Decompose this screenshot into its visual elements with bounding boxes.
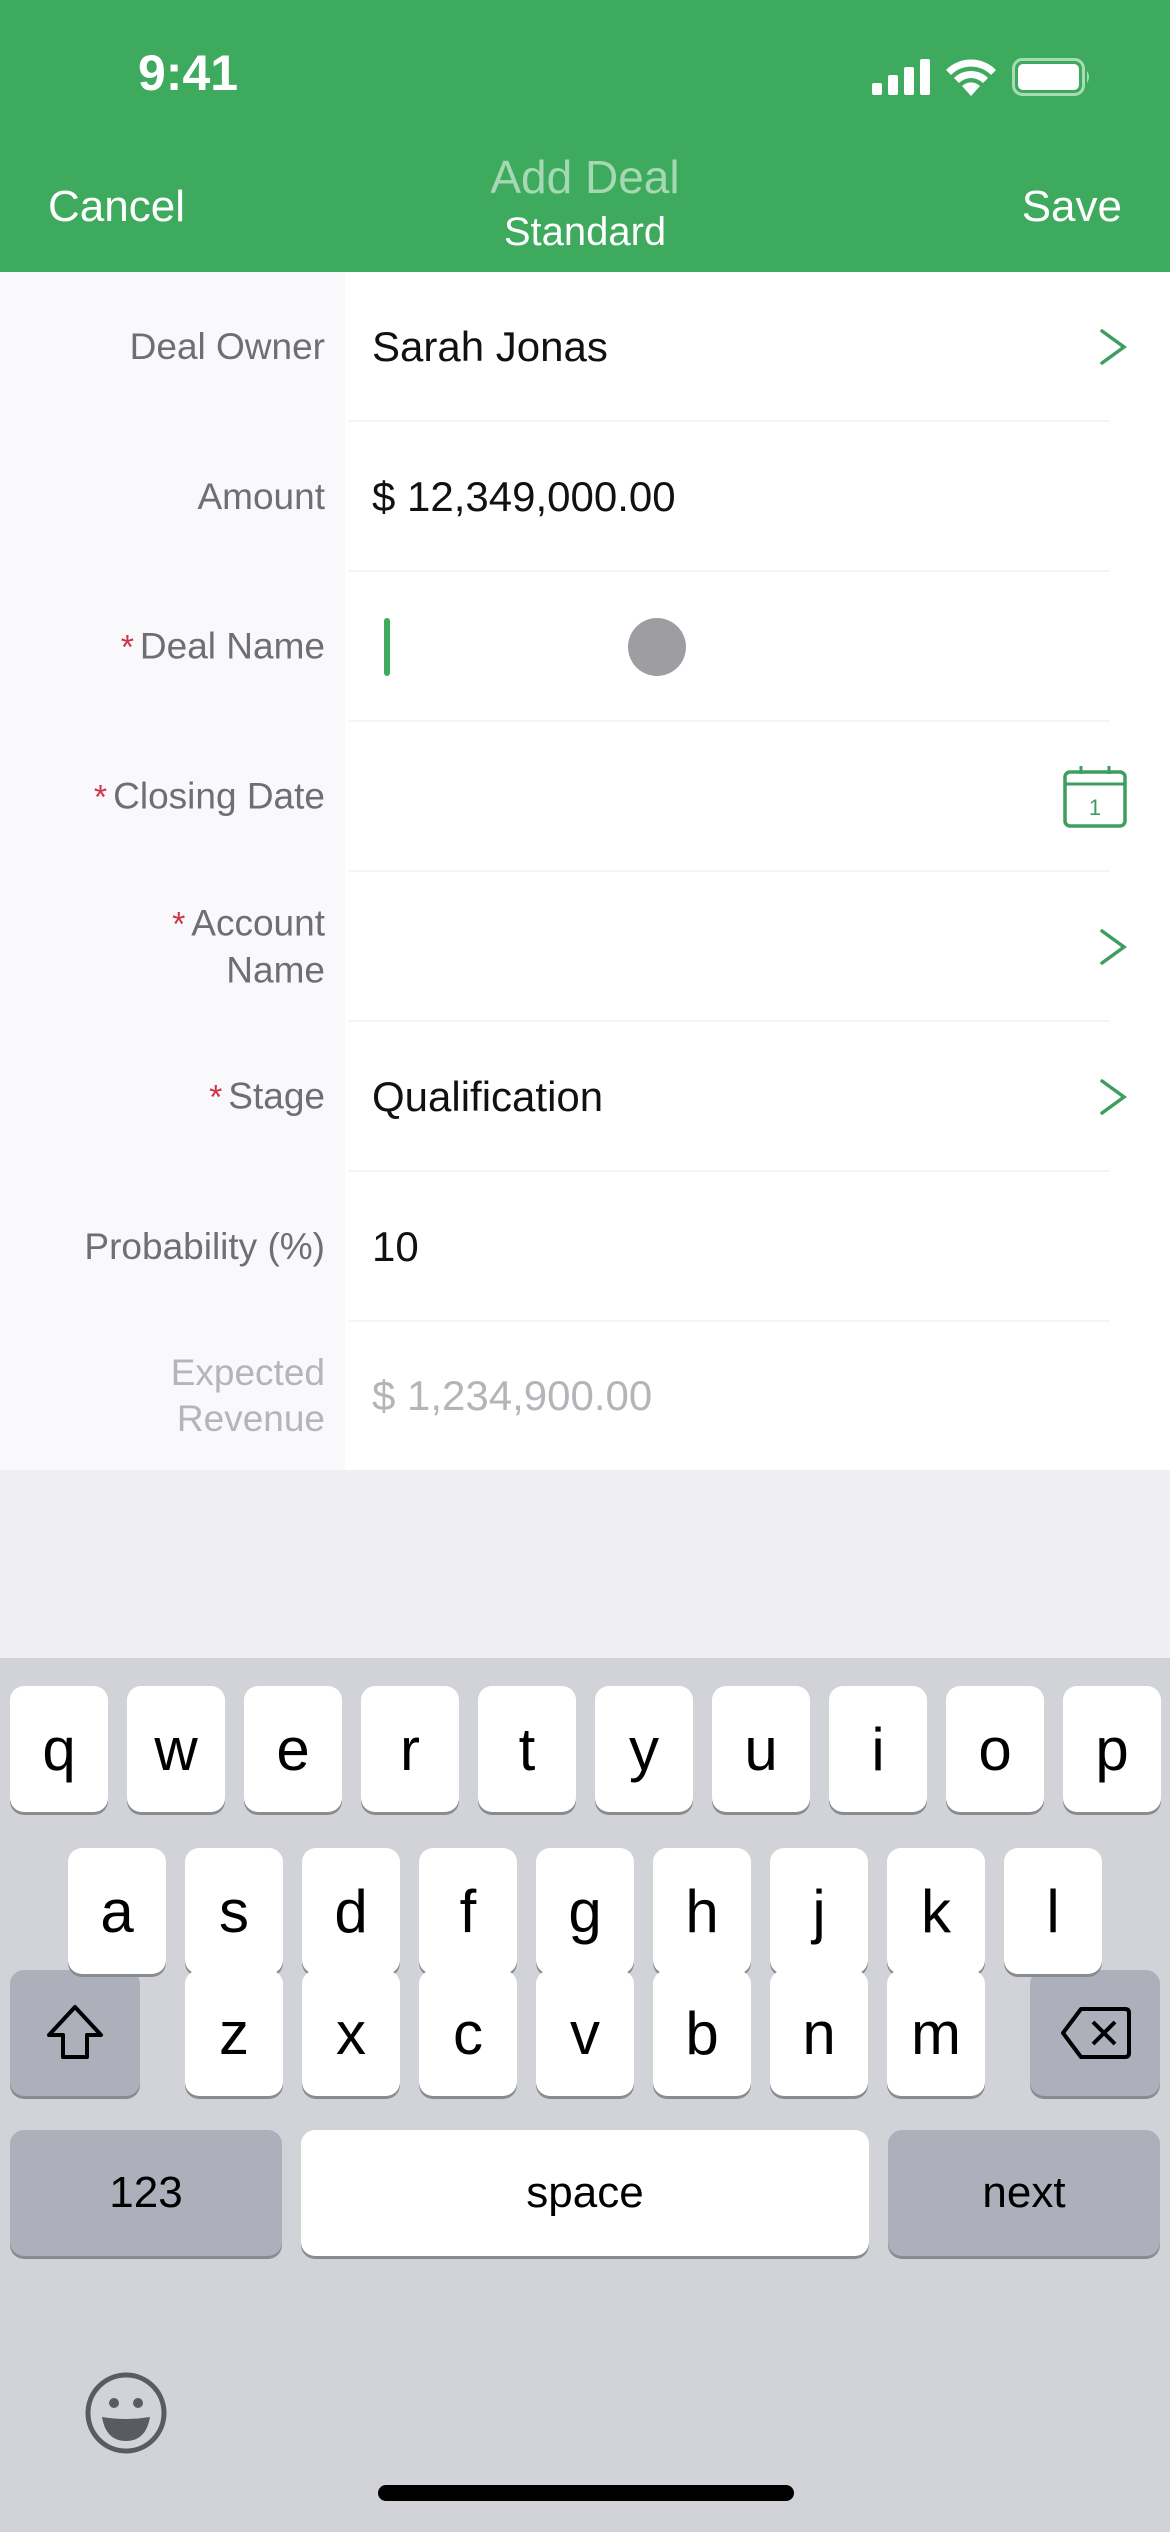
field-closing-date[interactable]: * Closing Date 1 [0,722,1170,872]
deal-owner-value[interactable]: Sarah Jonas [372,323,608,371]
wifi-icon [946,59,996,96]
key-j[interactable]: j [770,1848,868,1974]
chevron-right-icon[interactable] [1096,1077,1130,1117]
key-c[interactable]: c [419,1970,517,2096]
key-d[interactable]: d [302,1848,400,1974]
deal-form: Deal Owner Sarah Jonas Amount $ 12,349,0… [0,272,1170,1470]
delete-key[interactable] [1030,1970,1160,2096]
required-marker: * [120,628,134,667]
key-f[interactable]: f [419,1848,517,1974]
field-label: * Account Name [172,902,325,991]
key-o[interactable]: o [946,1686,1044,1812]
page-title: Add Deal [490,151,680,203]
home-indicator [378,2485,794,2501]
key-g[interactable]: g [536,1848,634,1974]
key-s[interactable]: s [185,1848,283,1974]
key-u[interactable]: u [712,1686,810,1812]
key-i[interactable]: i [829,1686,927,1812]
space-key[interactable]: space [301,2130,869,2256]
key-e[interactable]: e [244,1686,342,1812]
field-label: * Closing Date [93,775,325,817]
required-marker: * [209,1078,223,1117]
emoji-icon[interactable] [84,2371,168,2455]
save-button[interactable]: Save [1022,182,1122,232]
key-h[interactable]: h [653,1848,751,1974]
required-marker: * [93,778,108,817]
field-amount[interactable]: Amount $ 12,349,000.00 [0,422,1170,572]
field-label: Expected Revenue [170,1352,325,1439]
numbers-key[interactable]: 123 [10,2130,282,2256]
cellular-signal-icon [872,59,930,95]
status-time: 9:41 [138,45,239,101]
text-cursor [384,618,390,676]
probability-input[interactable]: 10 [372,1223,419,1271]
key-r[interactable]: r [361,1686,459,1812]
field-label: Deal Owner [129,326,325,367]
field-label: * Stage [209,1075,325,1117]
field-label: * Deal Name [120,625,325,667]
key-l[interactable]: l [1004,1848,1102,1974]
key-x[interactable]: x [302,1970,400,2096]
field-expected-revenue: Expected Revenue $ 1,234,900.00 [0,1322,1170,1470]
status-icons [872,58,1092,96]
amount-input[interactable]: $ 12,349,000.00 [372,473,676,521]
keyboard: 123 space next qwertyuiop asdfghjkl zxcvbn… [0,1658,1170,2532]
layout-subtitle: Standard [503,210,667,254]
key-w[interactable]: w [127,1686,225,1812]
shift-icon [47,2005,103,2059]
key-a[interactable]: a [68,1848,166,1974]
required-marker: * [172,905,186,944]
key-v[interactable]: v [536,1970,634,2096]
field-stage[interactable]: * Stage Qualification [0,1022,1170,1172]
field-label: Amount [197,476,325,517]
shift-key[interactable] [10,1970,140,2096]
key-m[interactable]: m [887,1970,985,2096]
field-account-name[interactable]: * Account Name [0,872,1170,1022]
backspace-icon [1061,2007,1131,2059]
key-z[interactable]: z [185,1970,283,2096]
key-n[interactable]: n [770,1970,868,2096]
key-k[interactable]: k [887,1848,985,1974]
chevron-right-icon[interactable] [1096,927,1130,967]
field-probability[interactable]: Probability (%) 10 [0,1172,1170,1322]
field-deal-name[interactable]: * Deal Name [0,572,1170,722]
field-label: Probability (%) [84,1226,325,1267]
stage-value[interactable]: Qualification [372,1073,603,1121]
nav-header: 9:41 Cancel Add Deal Standard Save [0,0,1170,272]
field-deal-owner[interactable]: Deal Owner Sarah Jonas [0,272,1170,422]
next-key[interactable]: next [888,2130,1160,2256]
calendar-day: 1 [1089,795,1101,820]
calendar-icon[interactable]: 1 [1062,764,1128,830]
key-p[interactable]: p [1063,1686,1161,1812]
key-q[interactable]: q [10,1686,108,1812]
key-b[interactable]: b [653,1970,751,2096]
key-y[interactable]: y [595,1686,693,1812]
expected-revenue-value: $ 1,234,900.00 [372,1372,653,1419]
touch-indicator [628,618,686,676]
key-t[interactable]: t [478,1686,576,1812]
chevron-right-icon[interactable] [1096,327,1130,367]
battery-icon [1012,58,1089,96]
